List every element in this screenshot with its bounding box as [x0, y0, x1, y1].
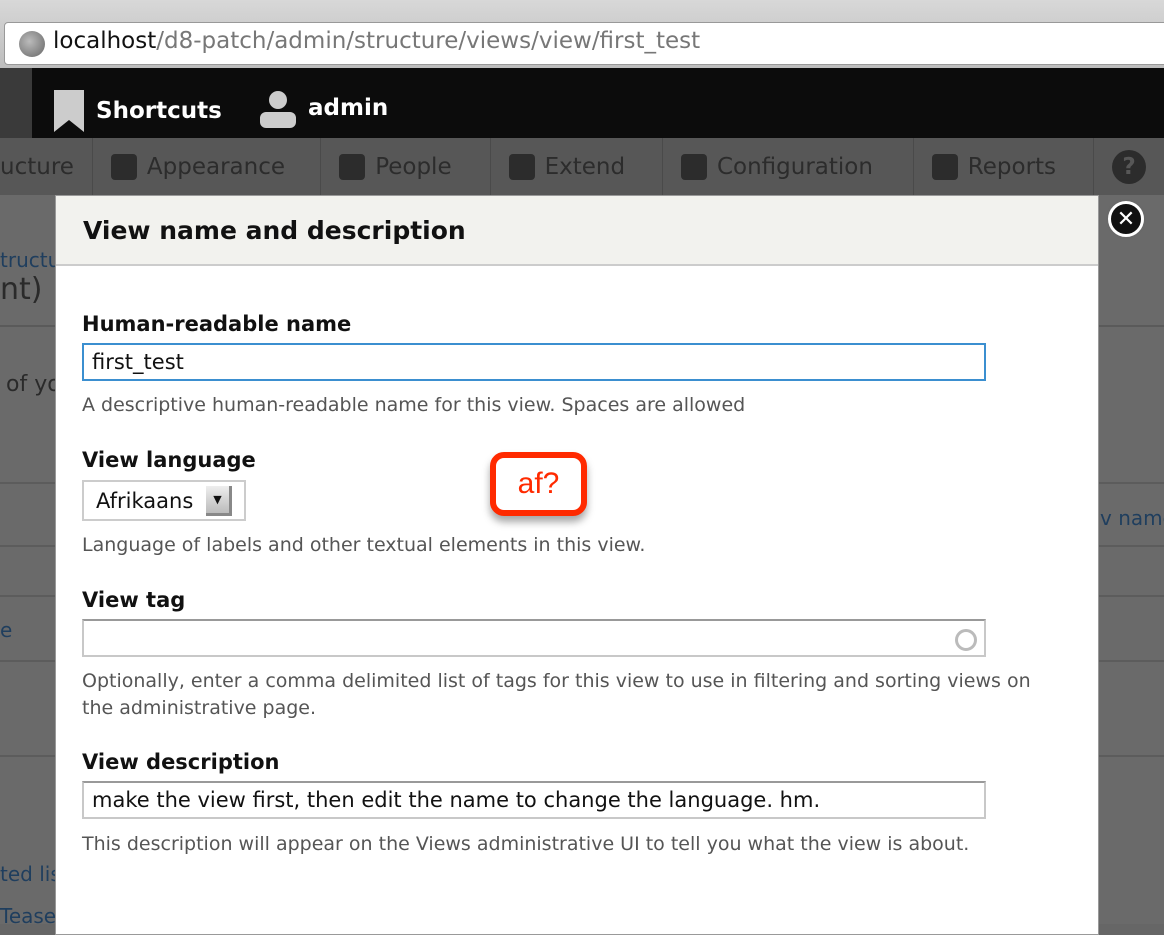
- admin-menu: ucture Appearance People Extend Configur…: [0, 138, 1164, 195]
- view-name-dialog: View name and description: [55, 195, 1099, 935]
- people-icon: [339, 153, 366, 180]
- tag-label: View tag: [82, 588, 186, 612]
- bg-link[interactable]: Tease: [0, 904, 56, 928]
- wrench-icon: [680, 153, 707, 180]
- breadcrumb[interactable]: tructu: [0, 248, 60, 272]
- reports-icon: [931, 153, 958, 180]
- nav-label: People: [375, 153, 452, 180]
- name-label: Human-readable name: [82, 312, 352, 336]
- plug-icon: [508, 153, 535, 180]
- name-input[interactable]: [82, 343, 986, 381]
- description-help: This description will appear on the View…: [82, 833, 970, 855]
- user-link[interactable]: admin: [258, 88, 388, 128]
- annotation-callout: af?: [490, 452, 587, 516]
- language-description: Language of labels and other textual ele…: [82, 534, 646, 556]
- dialog-header: View name and description: [56, 196, 1098, 266]
- close-icon[interactable]: ✕: [1108, 201, 1144, 237]
- dialog-title: View name and description: [83, 216, 466, 245]
- language-select[interactable]: Afrikaans ▼: [82, 480, 246, 521]
- shortcuts-label: Shortcuts: [96, 98, 222, 124]
- user-icon: [260, 91, 296, 128]
- url-text: localhost/d8-patch/admin/structure/views…: [53, 28, 700, 54]
- url-host: localhost: [53, 28, 157, 54]
- bg-link[interactable]: ted lis: [0, 862, 61, 886]
- toolbar-menu-toggle[interactable]: [0, 68, 32, 138]
- nav-label: Reports: [967, 153, 1057, 180]
- help-icon: ?: [1112, 149, 1146, 184]
- nav-reports[interactable]: Reports: [914, 138, 1094, 195]
- globe-icon: [19, 31, 45, 57]
- user-label: admin: [308, 95, 389, 121]
- nav-extend[interactable]: Extend: [491, 138, 663, 195]
- nav-label: ucture: [0, 153, 74, 180]
- autocomplete-throbber-icon: [955, 629, 977, 651]
- paintbrush-icon: [110, 153, 137, 180]
- language-label: View language: [82, 448, 256, 472]
- name-description: A descriptive human-readable name for th…: [82, 394, 746, 416]
- nav-people[interactable]: People: [321, 138, 491, 195]
- description-label: View description: [82, 750, 280, 774]
- shortcuts-link[interactable]: Shortcuts: [52, 88, 222, 134]
- bg-link[interactable]: e: [0, 618, 12, 642]
- bookmark-icon: [54, 90, 84, 132]
- nav-label: Configuration: [716, 153, 873, 180]
- tag-description: Optionally, enter a comma delimited list…: [82, 670, 1031, 719]
- language-value: Afrikaans: [96, 488, 194, 513]
- chevron-down-icon: ▼: [206, 485, 232, 516]
- nav-label: Appearance: [146, 153, 286, 180]
- tag-input[interactable]: [82, 619, 986, 657]
- nav-appearance[interactable]: Appearance: [93, 138, 322, 195]
- column-header: v name: [1100, 506, 1164, 530]
- page-text: of yo: [6, 372, 61, 397]
- description-input[interactable]: [82, 781, 986, 819]
- nav-structure[interactable]: ucture: [0, 138, 93, 195]
- nav-label: Extend: [544, 153, 626, 180]
- nav-help[interactable]: ?: [1094, 138, 1164, 195]
- nav-configuration[interactable]: Configuration: [663, 138, 914, 195]
- address-bar[interactable]: localhost/d8-patch/admin/structure/views…: [4, 22, 1164, 65]
- page-title: nt): [0, 272, 43, 307]
- url-path: /d8-patch/admin/structure/views/view/fir…: [156, 28, 701, 54]
